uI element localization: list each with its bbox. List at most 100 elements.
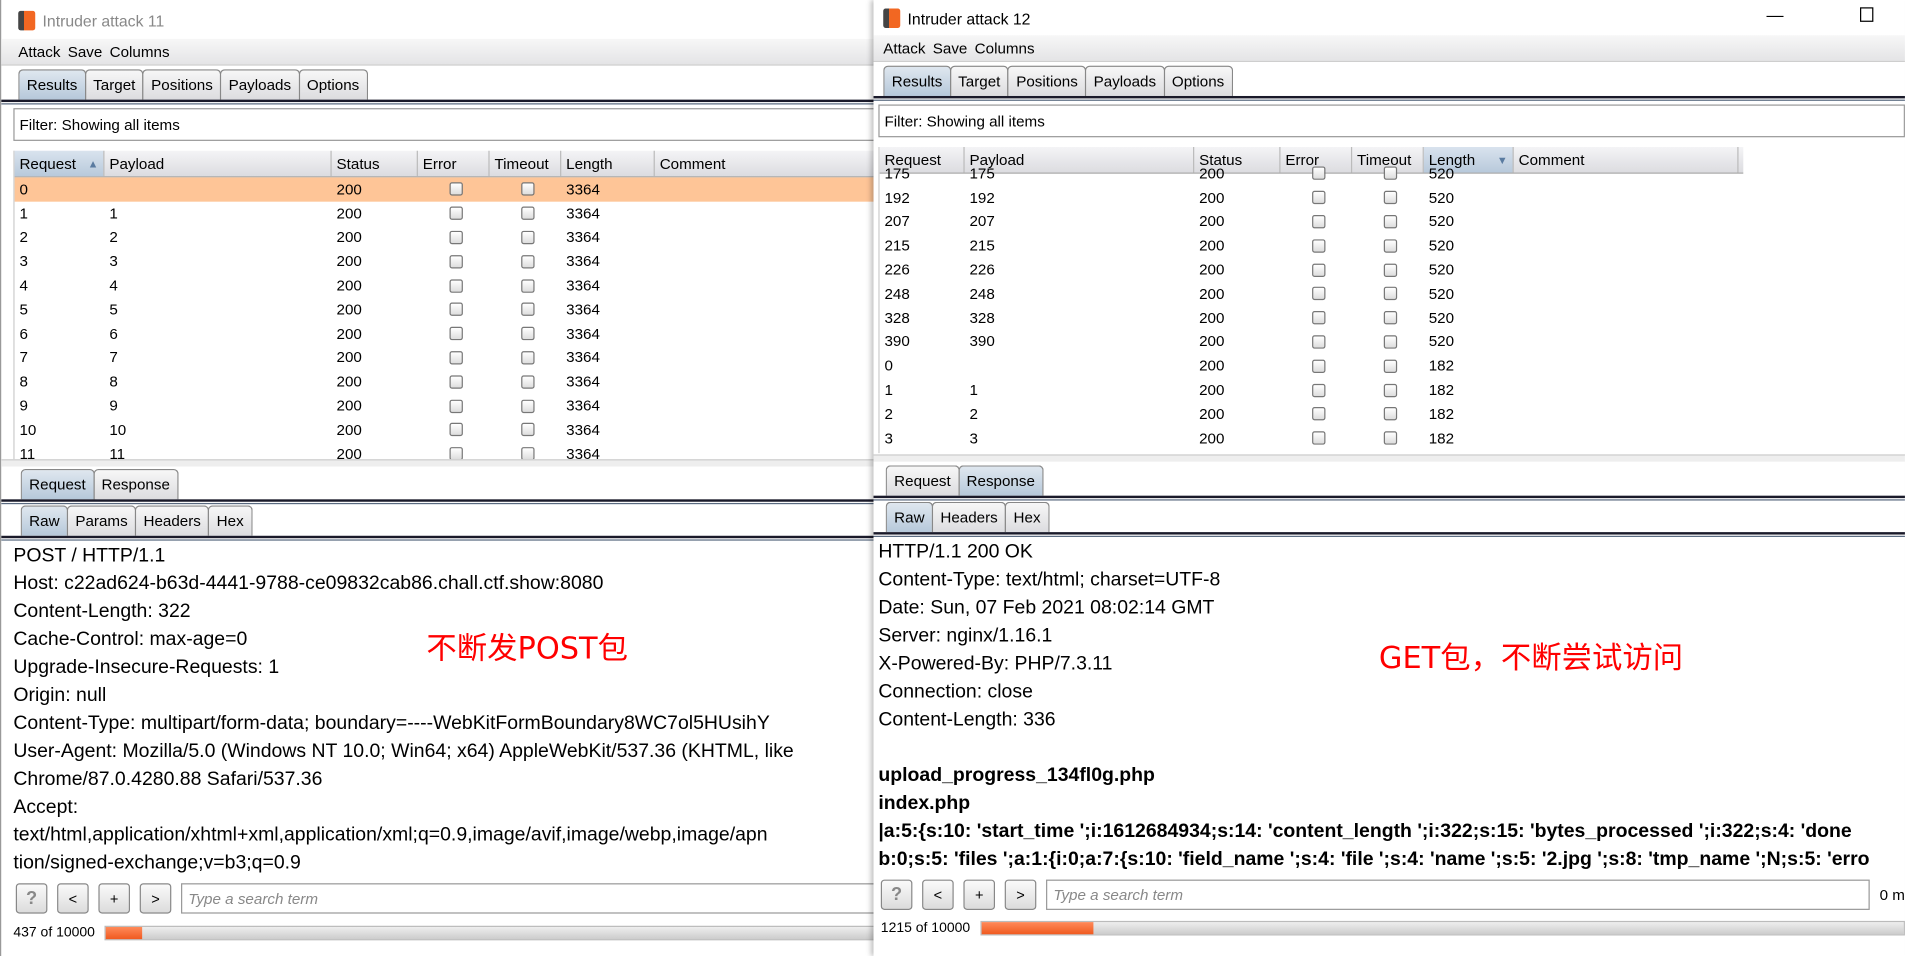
error-checkbox[interactable]	[418, 423, 490, 437]
checkbox[interactable]	[1312, 359, 1326, 373]
timeout-checkbox[interactable]	[1352, 335, 1424, 349]
checkbox[interactable]	[1312, 263, 1326, 277]
checkbox[interactable]	[449, 447, 463, 460]
filter-bar[interactable]: Filter: Showing all items	[13, 108, 924, 141]
checkbox[interactable]	[1312, 335, 1326, 349]
table-row[interactable]: 390 390 200 520	[880, 330, 1744, 354]
table-row[interactable]: 9 9 200 3364	[15, 394, 924, 418]
error-checkbox[interactable]	[1281, 215, 1353, 229]
error-checkbox[interactable]	[418, 447, 490, 460]
checkbox[interactable]	[1383, 407, 1398, 421]
split-divider[interactable]	[1, 459, 924, 467]
tab-request[interactable]: Request	[885, 465, 960, 496]
checkbox[interactable]	[1383, 335, 1398, 349]
checkbox[interactable]	[449, 254, 463, 269]
error-checkbox[interactable]	[418, 254, 490, 269]
table-row[interactable]: 0 200 182	[880, 354, 1744, 378]
timeout-checkbox[interactable]	[1352, 263, 1424, 277]
column-payload[interactable]: Payload	[104, 150, 332, 177]
tab-options[interactable]: Options	[1163, 65, 1233, 96]
checkbox[interactable]	[449, 278, 463, 293]
timeout-checkbox[interactable]	[490, 399, 562, 413]
timeout-checkbox[interactable]	[1352, 215, 1424, 229]
checkbox[interactable]	[521, 182, 535, 197]
table-row[interactable]: 3 3 200 3364	[15, 250, 924, 274]
tab-request[interactable]: Request	[20, 468, 95, 500]
error-checkbox[interactable]	[1281, 287, 1353, 301]
menu-save[interactable]: Save	[68, 43, 103, 60]
error-checkbox[interactable]	[1281, 431, 1353, 445]
checkbox[interactable]	[1312, 407, 1326, 421]
maximize-icon[interactable]	[1860, 7, 1874, 22]
table-row[interactable]: 328 328 200 520	[880, 306, 1744, 330]
checkbox[interactable]	[1383, 166, 1398, 181]
error-checkbox[interactable]	[1281, 335, 1353, 349]
checkbox[interactable]	[1312, 190, 1326, 205]
next-button[interactable]: >	[1004, 879, 1037, 910]
timeout-checkbox[interactable]	[490, 351, 562, 365]
filter-bar[interactable]: Filter: Showing all items	[878, 104, 1905, 138]
error-checkbox[interactable]	[418, 302, 490, 317]
search-input[interactable]: Type a search term	[1046, 879, 1870, 910]
table-row[interactable]: 10 10 200 3364	[15, 418, 924, 442]
checkbox[interactable]	[521, 423, 535, 437]
tab-params[interactable]: Params	[66, 505, 137, 536]
table-row[interactable]: 8 8 200 3364	[15, 370, 924, 394]
tab-headers[interactable]: Headers	[931, 501, 1007, 533]
checkbox[interactable]	[449, 375, 463, 389]
checkbox[interactable]	[1383, 215, 1398, 229]
timeout-checkbox[interactable]	[1352, 166, 1424, 181]
next-button[interactable]: >	[139, 883, 172, 914]
checkbox[interactable]	[449, 302, 463, 317]
checkbox[interactable]	[521, 327, 535, 341]
table-row[interactable]: 2 2 200 182	[880, 402, 1744, 426]
checkbox[interactable]	[521, 351, 535, 365]
timeout-checkbox[interactable]	[1352, 311, 1424, 325]
checkbox[interactable]	[449, 230, 463, 245]
column-error[interactable]: Error	[418, 150, 490, 177]
error-checkbox[interactable]	[1281, 407, 1353, 421]
table-row[interactable]: 215 215 200 520	[880, 234, 1744, 258]
table-row[interactable]: 4 4 200 3364	[15, 274, 924, 298]
error-checkbox[interactable]	[418, 230, 490, 245]
checkbox[interactable]	[521, 399, 535, 413]
error-checkbox[interactable]	[1281, 263, 1353, 277]
menu-columns[interactable]: Columns	[975, 39, 1035, 56]
timeout-checkbox[interactable]	[490, 206, 562, 221]
menu-attack[interactable]: Attack	[883, 39, 925, 56]
tab-positions[interactable]: Positions	[142, 69, 222, 100]
checkbox[interactable]	[1312, 287, 1326, 301]
tab-results[interactable]: Results	[18, 69, 86, 100]
tab-results[interactable]: Results	[883, 65, 951, 96]
error-checkbox[interactable]	[418, 182, 490, 197]
table-row[interactable]: 6 6 200 3364	[15, 322, 924, 346]
tab-hex[interactable]: Hex	[1005, 501, 1050, 533]
timeout-checkbox[interactable]	[490, 278, 562, 293]
checkbox[interactable]	[449, 206, 463, 221]
error-checkbox[interactable]	[1281, 311, 1353, 325]
raw-response[interactable]: HTTP/1.1 200 OK Content-Type: text/html; …	[878, 538, 1905, 873]
timeout-checkbox[interactable]	[1352, 190, 1424, 205]
table-row[interactable]: 11 11 200 3364	[15, 442, 924, 460]
checkbox[interactable]	[1383, 287, 1398, 301]
timeout-checkbox[interactable]	[490, 327, 562, 341]
timeout-checkbox[interactable]	[1352, 239, 1424, 253]
table-row[interactable]: 207 207 200 520	[880, 210, 1744, 234]
checkbox[interactable]	[449, 399, 463, 413]
table-row[interactable]: 226 226 200 520	[880, 258, 1744, 282]
error-checkbox[interactable]	[418, 327, 490, 341]
search-input[interactable]: Type a search term	[181, 883, 924, 914]
column-status[interactable]: Status	[332, 150, 418, 177]
checkbox[interactable]	[521, 447, 535, 460]
previous-button[interactable]: <	[922, 879, 954, 910]
column-length[interactable]: Length	[561, 150, 655, 177]
help-button[interactable]: ?	[880, 879, 913, 910]
timeout-checkbox[interactable]	[490, 375, 562, 389]
add-button[interactable]: +	[98, 883, 130, 914]
column-timeout[interactable]: Timeout	[490, 150, 562, 177]
help-button[interactable]: ?	[15, 883, 48, 914]
timeout-checkbox[interactable]	[490, 423, 562, 437]
checkbox[interactable]	[1383, 239, 1398, 253]
table-row[interactable]: 1 1 200 3364	[15, 201, 924, 225]
timeout-checkbox[interactable]	[490, 302, 562, 317]
